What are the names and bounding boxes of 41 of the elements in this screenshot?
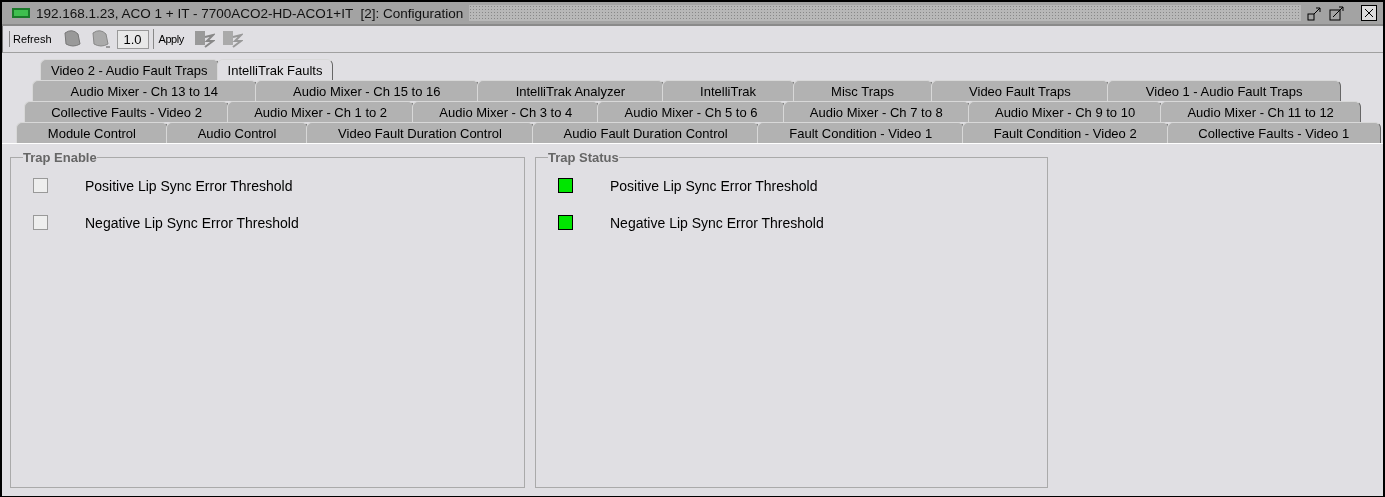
tab[interactable]: IntelliTrak Faults: [216, 59, 334, 80]
tab[interactable]: Audio Fault Duration Control: [531, 122, 760, 143]
maximize-icon[interactable]: [1329, 5, 1345, 21]
tab[interactable]: Audio Mixer - Ch 7 to 8: [782, 101, 970, 122]
apply-button[interactable]: Apply: [155, 31, 187, 47]
item-label: Negative Lip Sync Error Threshold: [85, 214, 299, 231]
tab[interactable]: Audio Mixer - Ch 1 to 2: [227, 101, 415, 122]
window-title: 192.168.1.23, ACO 1 + IT - 7700ACO2-HD-ACO1+IT [2]: Configuration: [36, 5, 464, 21]
restore-icon[interactable]: [1307, 5, 1323, 21]
tab[interactable]: Video Fault Duration Control: [306, 122, 534, 143]
item-label: Positive Lip Sync Error Threshold: [610, 177, 818, 194]
tab[interactable]: Audio Mixer - Ch 13 to 14: [32, 80, 257, 101]
tab[interactable]: Collective Faults - Video 1: [1166, 122, 1381, 143]
refresh-button[interactable]: Refresh: [9, 31, 55, 47]
item-label: Positive Lip Sync Error Threshold: [85, 177, 293, 194]
item-label: Negative Lip Sync Error Threshold: [610, 214, 824, 231]
close-icon[interactable]: [1361, 5, 1377, 21]
checkbox[interactable]: [33, 215, 48, 230]
group-title: Trap Enable: [23, 150, 97, 165]
tab[interactable]: Audio Control: [165, 122, 309, 143]
tab[interactable]: Module Control: [16, 122, 168, 143]
tab[interactable]: Audio Mixer - Ch 3 to 4: [412, 101, 600, 122]
tab[interactable]: Misc Traps: [792, 80, 933, 101]
apply-icon[interactable]: [192, 29, 215, 49]
tab[interactable]: IntelliTrak: [661, 80, 795, 101]
tab[interactable]: Fault Condition - Video 2: [962, 122, 1169, 143]
group-title: Trap Status: [548, 150, 619, 165]
tab[interactable]: Video 1 - Audio Fault Traps: [1107, 80, 1341, 101]
interval-field[interactable]: 1.0: [116, 29, 149, 49]
apply-icon[interactable]: [220, 29, 243, 49]
tab[interactable]: Audio Mixer - Ch 11 to 12: [1160, 101, 1361, 122]
tab[interactable]: Video Fault Traps: [930, 80, 1110, 101]
checkbox[interactable]: [33, 178, 48, 193]
tab[interactable]: Fault Condition - Video 1: [757, 122, 964, 143]
card-icon: [12, 8, 30, 18]
tab[interactable]: IntelliTrak Analyzer: [477, 80, 664, 101]
tab[interactable]: Audio Mixer - Ch 5 to 6: [597, 101, 785, 122]
tab[interactable]: Audio Mixer - Ch 9 to 10: [967, 101, 1163, 122]
tab[interactable]: Audio Mixer - Ch 15 to 16: [254, 80, 480, 101]
tab[interactable]: Video 2 - Audio Fault Traps: [40, 59, 219, 80]
tab[interactable]: Collective Faults - Video 2: [24, 101, 230, 122]
